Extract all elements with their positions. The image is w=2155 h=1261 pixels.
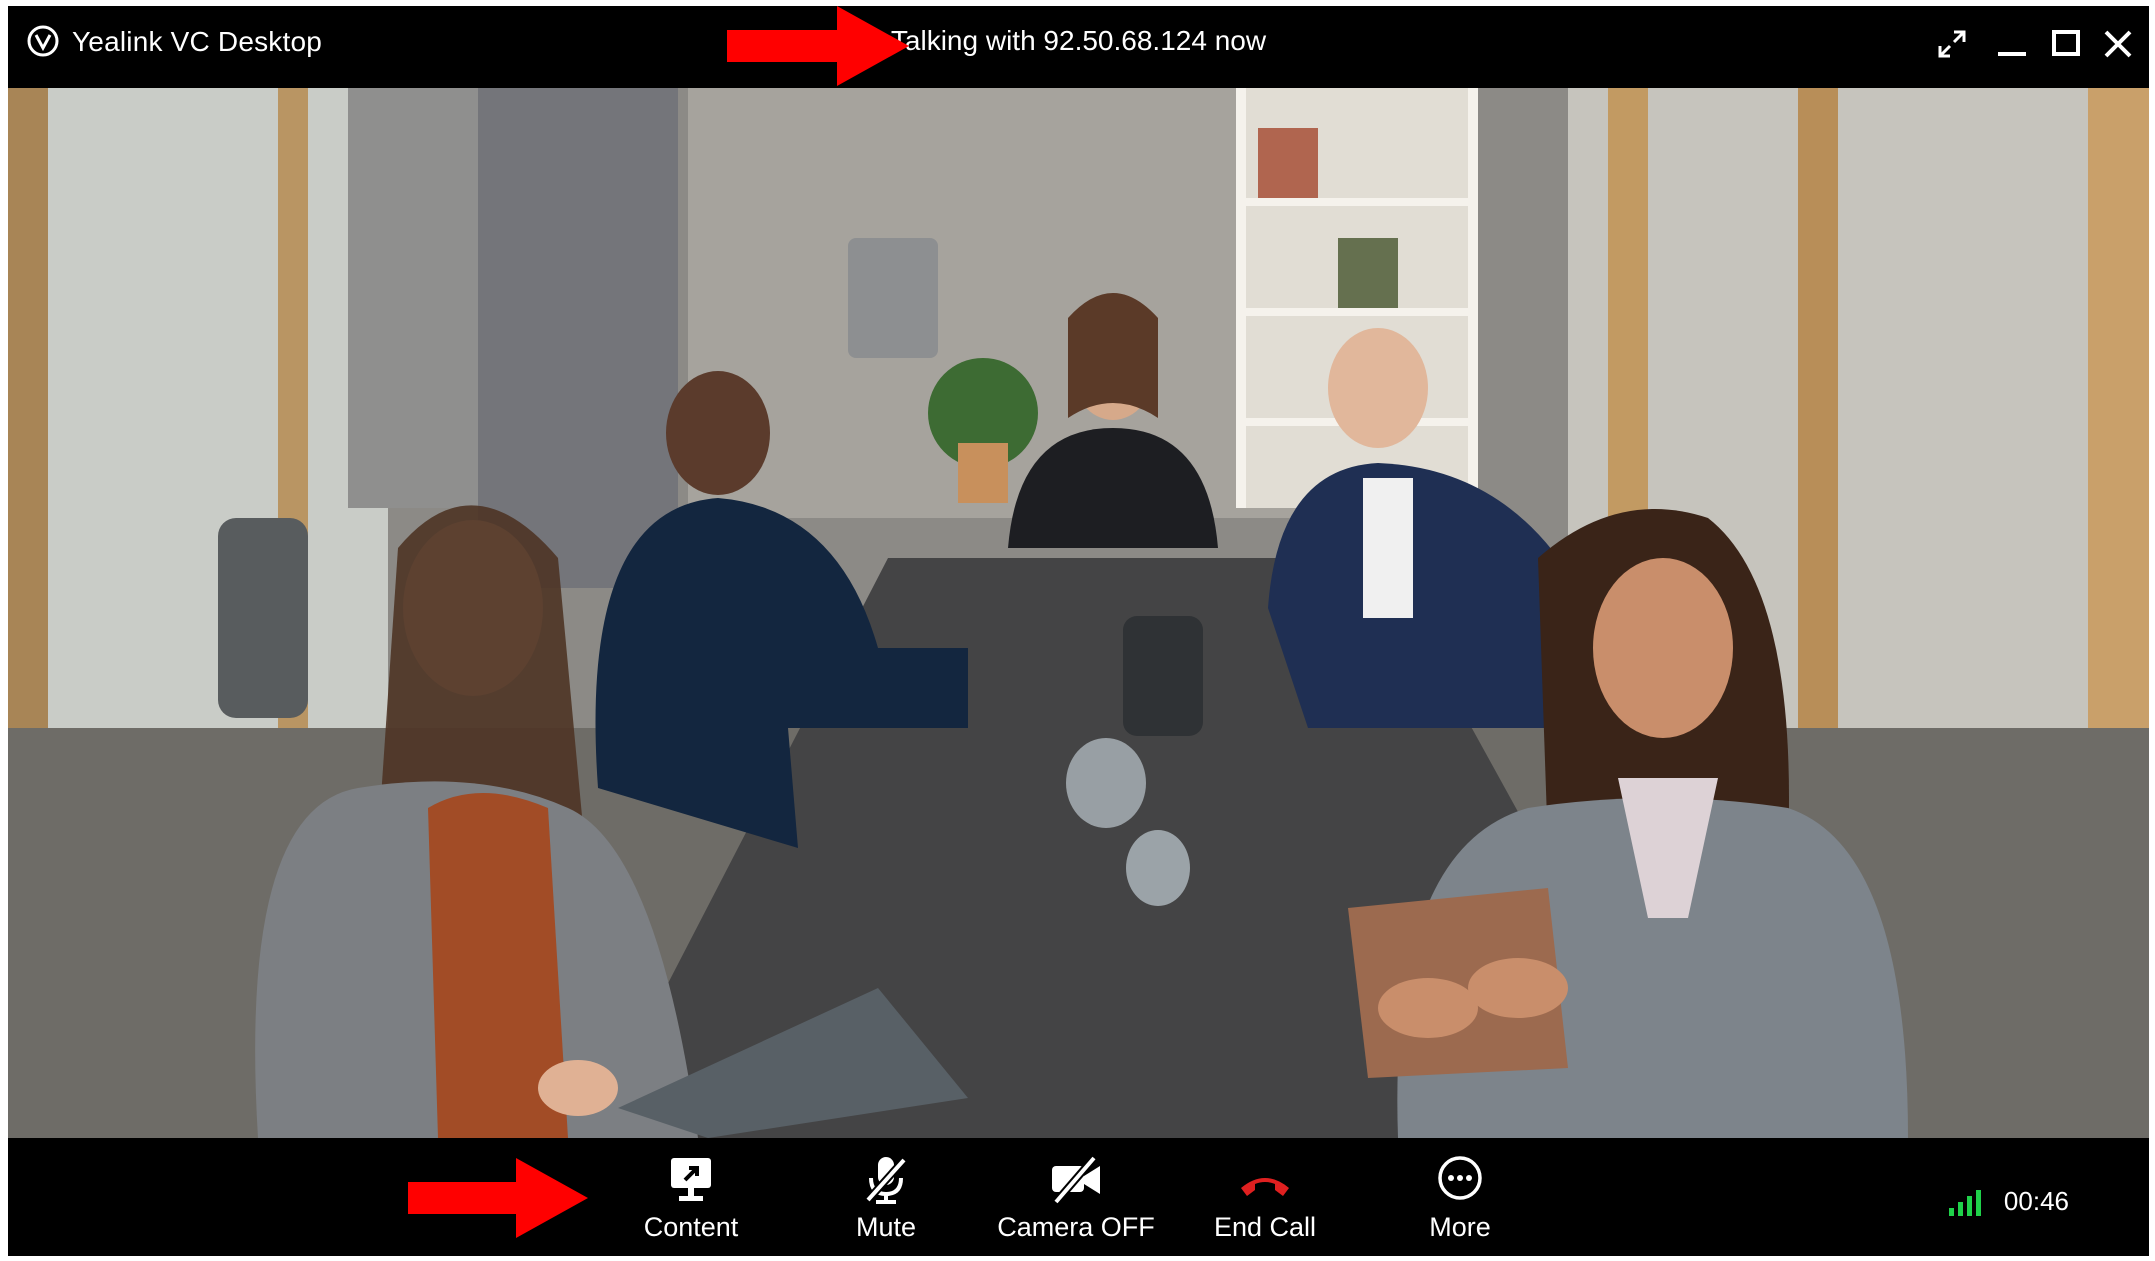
- annotation-arrow-top: [727, 6, 909, 86]
- call-toolbar: Content Mute Camera OFF End Call More 00…: [8, 1138, 2149, 1256]
- content-share-button[interactable]: Content: [601, 1146, 781, 1251]
- share-screen-icon: [671, 1158, 711, 1201]
- end-call-button[interactable]: End Call: [1175, 1146, 1355, 1251]
- content-label: Content: [643, 1212, 739, 1242]
- app-window: Yealink VC Desktop Talking with 92.50.68…: [8, 6, 2149, 1256]
- end-call-label: End Call: [1213, 1212, 1317, 1242]
- camera-off-button[interactable]: Camera OFF: [986, 1146, 1166, 1251]
- fullscreen-icon[interactable]: [1932, 24, 1972, 64]
- more-label: More: [1429, 1212, 1491, 1242]
- close-icon[interactable]: [2098, 24, 2138, 64]
- minimize-icon[interactable]: [1992, 24, 2032, 64]
- mute-button[interactable]: Mute: [796, 1146, 976, 1251]
- maximize-icon[interactable]: [2046, 24, 2086, 64]
- hangup-icon: [1241, 1178, 1289, 1196]
- remote-video-feed[interactable]: [8, 88, 2149, 1138]
- mic-muted-icon: [865, 1157, 907, 1204]
- more-button[interactable]: More: [1370, 1146, 1550, 1251]
- mute-label: Mute: [855, 1212, 917, 1242]
- camera-off-label: Camera OFF: [997, 1212, 1155, 1242]
- call-status-text: Talking with 92.50.68.124 now: [890, 25, 1267, 56]
- meeting-room-image: [8, 88, 2149, 1138]
- title-bar[interactable]: Yealink VC Desktop Talking with 92.50.68…: [8, 6, 2149, 88]
- annotation-arrow-bottom: [408, 1158, 588, 1238]
- camera-off-icon: [1052, 1155, 1100, 1205]
- more-icon: [1438, 1156, 1482, 1200]
- call-duration: 00:46: [2003, 1186, 2069, 1216]
- signal-strength-icon: [1949, 1190, 1981, 1216]
